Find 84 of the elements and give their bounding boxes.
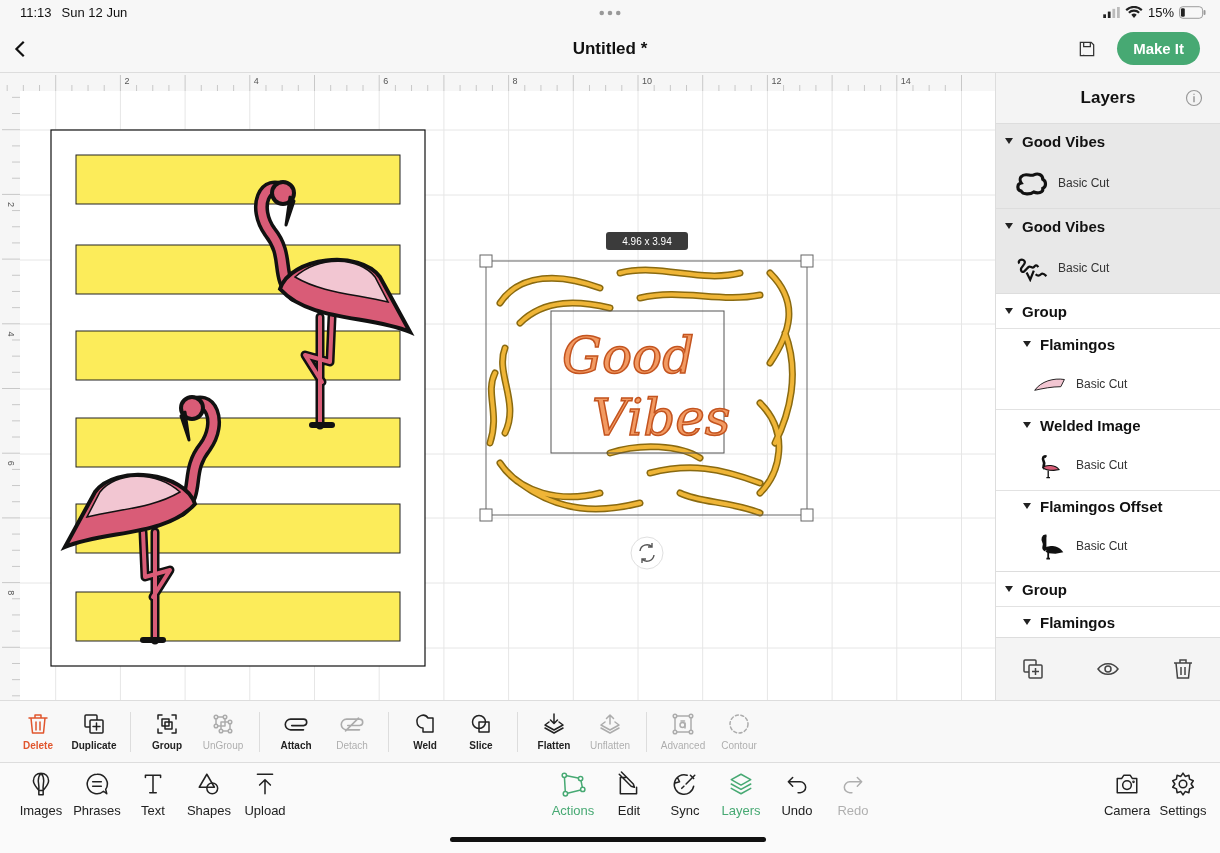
nav-button[interactable]: Camera	[1100, 771, 1154, 819]
nav-button[interactable]: Shapes	[182, 771, 236, 819]
ruler-number: 6	[6, 461, 16, 467]
layer-row[interactable]: Basic Cut	[996, 521, 1220, 572]
nav-button[interactable]: Edit	[602, 771, 656, 819]
contour-icon	[727, 712, 751, 737]
resize-handle[interactable]	[479, 508, 493, 522]
layer-group-row[interactable]: Good Vibes	[996, 208, 1220, 244]
layer-group-name: Group	[1022, 580, 1067, 598]
layer-name: Basic Cut	[1058, 176, 1110, 191]
layer-row[interactable]: Basic Cut	[996, 243, 1220, 294]
layer-row[interactable]: Basic Cut	[996, 158, 1220, 209]
nav-button[interactable]: Images	[14, 771, 68, 819]
ruler-number: 12	[771, 76, 782, 87]
battery-percent: 15%	[1147, 4, 1174, 20]
signal-icon	[1102, 6, 1120, 18]
resize-handle[interactable]	[800, 254, 814, 268]
layer-group-name: Welded Image	[1040, 416, 1141, 434]
layer-group-name: Good Vibes	[1022, 217, 1106, 235]
status-time: 11:13	[20, 4, 52, 20]
trash-icon	[26, 712, 50, 737]
polygon-nodes-icon	[560, 771, 586, 798]
duplicate-icon	[82, 712, 106, 737]
ruler-number: 6	[383, 76, 389, 87]
layer-row[interactable]: Basic Cut	[996, 440, 1220, 491]
ruler-number: 2	[6, 202, 16, 208]
layer-group-name: Good Vibes	[1022, 132, 1106, 150]
paperclip-icon	[284, 717, 308, 733]
layer-group-row[interactable]: Group	[996, 571, 1220, 607]
wifi-icon	[1124, 5, 1143, 19]
duplicate-icon[interactable]	[1021, 657, 1046, 682]
layer-name: Basic Cut	[1076, 458, 1128, 473]
group-icon	[155, 712, 179, 737]
action-button[interactable]: Duplicate	[68, 712, 120, 752]
layer-group-name: Flamingos	[1040, 613, 1115, 631]
battery-icon	[1179, 5, 1206, 19]
resize-handle[interactable]	[800, 508, 814, 522]
nav-button[interactable]: Text	[126, 771, 180, 819]
resize-handle[interactable]	[479, 254, 493, 268]
layer-group-row[interactable]: Flamingos	[996, 328, 1220, 360]
status-date: Sun 12 Jun	[61, 4, 128, 20]
outline-thumbnail-icon	[1014, 169, 1050, 198]
layer-group-name: Flamingos	[1040, 335, 1115, 353]
action-button[interactable]: Flatten	[528, 712, 580, 752]
layer-name: Basic Cut	[1076, 539, 1128, 554]
settings-icon	[1170, 771, 1196, 798]
layer-name: Basic Cut	[1058, 261, 1110, 276]
sync-icon	[672, 771, 698, 798]
layer-group-row[interactable]: Flamingos Offset	[996, 490, 1220, 522]
unflatten-icon	[598, 712, 622, 737]
action-button[interactable]: Attach	[270, 712, 322, 752]
ruler-number: 8	[6, 590, 16, 596]
nav-button[interactable]: Settings	[1156, 771, 1210, 819]
lettering-text: Vibes	[592, 389, 731, 448]
panel-title: Layers	[1080, 88, 1136, 109]
layer-group-name: Group	[1022, 302, 1067, 320]
nav-button[interactable]: Upload	[238, 771, 292, 819]
ruler-number: 4	[6, 331, 16, 337]
ruler-number: 2	[124, 76, 130, 87]
ruler-number: 4	[253, 76, 259, 87]
document-title: Untitled *	[572, 38, 648, 59]
ruler-number: 8	[512, 76, 518, 87]
action-button[interactable]: Delete	[12, 712, 64, 752]
flatten-icon	[542, 712, 566, 737]
layer-group-row[interactable]: Welded Image	[996, 409, 1220, 441]
ruler-number: 10	[642, 76, 652, 87]
more-dots-icon[interactable]	[599, 10, 621, 16]
nav-button[interactable]: Phrases	[70, 771, 124, 819]
detach-icon	[340, 717, 364, 733]
nav-button[interactable]: Undo	[770, 771, 824, 819]
size-label: 4.96 x 3.94	[606, 232, 688, 251]
action-button[interactable]: Group	[141, 712, 193, 752]
layer-row[interactable]: Basic Cut	[996, 359, 1220, 410]
action-button[interactable]: Weld	[399, 712, 451, 752]
layer-group-row[interactable]: Good Vibes	[996, 124, 1220, 159]
layer-group-row[interactable]: Group	[996, 293, 1220, 329]
layer-group-name: Flamingos Offset	[1040, 497, 1163, 515]
advanced-icon	[671, 712, 695, 737]
ruler-number: 14	[900, 76, 911, 87]
lettering-text: Good	[562, 327, 695, 386]
action-button[interactable]: Slice	[455, 712, 507, 752]
nav-button[interactable]: Sync	[658, 771, 712, 819]
layer-name: Basic Cut	[1076, 377, 1128, 392]
rotate-handle[interactable]	[630, 536, 664, 570]
